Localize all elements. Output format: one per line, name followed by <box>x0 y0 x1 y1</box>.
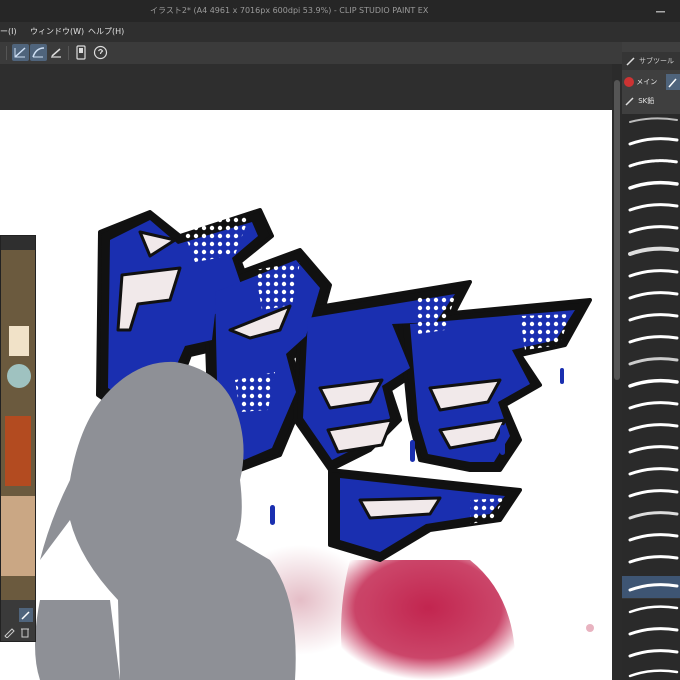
brush-stroke-preview <box>628 583 679 592</box>
tab-main-icon <box>624 77 634 87</box>
toolbar-separator <box>6 46 7 60</box>
pencil-icon <box>625 97 634 106</box>
curve-snap-icon <box>32 47 45 58</box>
sub-tool-header: サブツール <box>622 52 680 70</box>
menu-item-help[interactable]: ヘルプ(H) <box>88 22 124 42</box>
ruler-snap-icon <box>14 47 26 58</box>
tab-sk-pencil[interactable]: SK鉛 <box>624 93 680 109</box>
graffiti-artwork <box>35 208 594 680</box>
drawing-canvas[interactable] <box>0 110 612 680</box>
menu-bar: ー(I) ウィンドウ(W) ヘルプ(H) <box>0 22 680 42</box>
navigator-thumbnail <box>1 236 35 641</box>
canvas-scroll-thumb[interactable] <box>614 80 620 380</box>
grid-snap-button[interactable] <box>48 44 65 61</box>
tablet-icon <box>76 45 86 60</box>
tab-sk-pencil-label: SK鉛 <box>638 97 655 105</box>
question-icon <box>93 45 108 60</box>
brush-tool-icon <box>626 57 635 66</box>
brush-item-selected[interactable] <box>622 576 680 599</box>
tab-pen-active[interactable] <box>666 74 680 90</box>
brush-list <box>622 114 680 680</box>
title-bar: イラスト2* (A4 4961 x 7016px 600dpi 53.9%) -… <box>0 0 680 22</box>
brush-strokes-lower <box>628 605 679 678</box>
navigator-panel[interactable] <box>0 235 36 642</box>
pen-icon <box>668 78 677 88</box>
tab-main[interactable]: メイン <box>624 74 666 90</box>
eyedropper-icon[interactable] <box>19 608 33 622</box>
menu-item-layer[interactable]: ー(I) <box>0 22 17 42</box>
tab-main-label: メイン <box>636 78 658 86</box>
ruler-snap-button[interactable] <box>12 44 29 61</box>
window-title: イラスト2* (A4 4961 x 7016px 600dpi 53.9%) -… <box>150 6 429 15</box>
menu-item-window[interactable]: ウィンドウ(W) <box>30 22 84 42</box>
command-bar <box>0 42 625 65</box>
special-ruler-snap-button[interactable] <box>30 44 47 61</box>
canvas-tab-strip <box>0 64 612 110</box>
trash-icon[interactable] <box>19 626 31 638</box>
toolbar-separator <box>68 46 69 60</box>
sub-tool-panel: サブツール メイン SK鉛 <box>622 42 680 680</box>
pen-icon[interactable] <box>3 626 15 638</box>
device-button[interactable] <box>72 44 89 61</box>
window-minimize-icon[interactable] <box>655 6 667 16</box>
sub-tool-title: サブツール <box>639 57 674 65</box>
ruler-icon <box>51 48 61 58</box>
help-assist-button[interactable] <box>92 44 109 61</box>
